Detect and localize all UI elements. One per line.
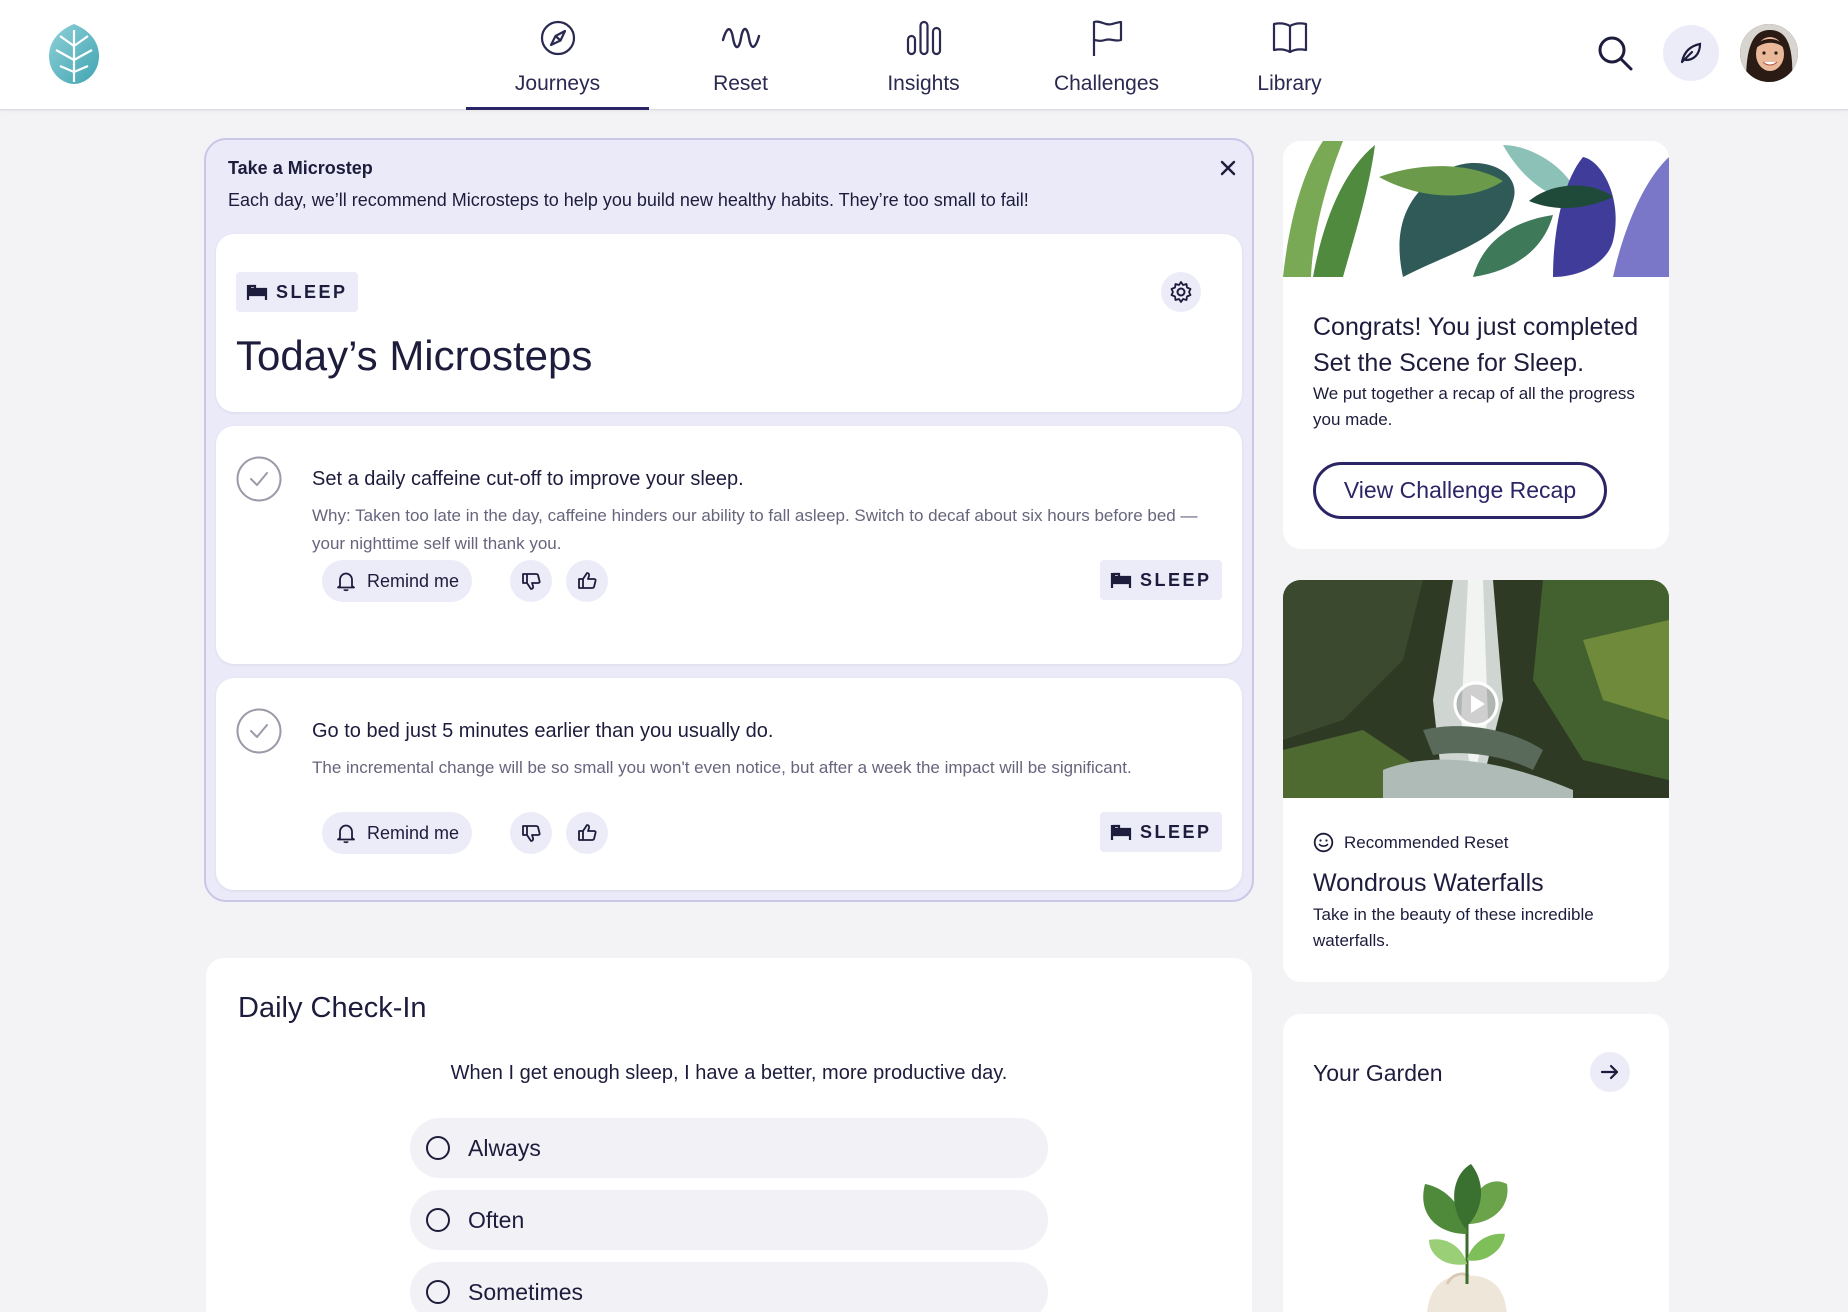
- nav-tab-library[interactable]: Library: [1198, 0, 1381, 110]
- bell-icon: [337, 824, 355, 844]
- arrow-right-icon: [1600, 1064, 1619, 1080]
- reset-subtitle: Take in the beauty of these incredible w…: [1313, 905, 1594, 950]
- avatar-photo: [1740, 24, 1798, 82]
- nav-label: Reset: [713, 72, 768, 95]
- remind-me-button[interactable]: Remind me: [322, 560, 472, 602]
- microstep-description: The incremental change will be so small …: [312, 758, 1132, 777]
- nav-label: Insights: [887, 72, 960, 95]
- plant-illustration: [1423, 1164, 1508, 1312]
- leaf-logo-icon[interactable]: [46, 22, 102, 86]
- checkin-option-often[interactable]: Often: [410, 1190, 1048, 1250]
- leaf-icon: [1680, 42, 1702, 64]
- wave-icon: [721, 27, 760, 49]
- thumbs-up-icon: [578, 824, 597, 841]
- leaves-illustration: [1283, 141, 1669, 277]
- radio-button[interactable]: [426, 1136, 450, 1160]
- check-circle-icon[interactable]: [236, 708, 282, 754]
- category-tag-label: SLEEP: [1140, 569, 1212, 590]
- garden-title: Your Garden: [1313, 1060, 1443, 1086]
- microstep-card: Go to bed just 5 minutes earlier than yo…: [216, 678, 1242, 890]
- view-challenge-recap-button[interactable]: View Challenge Recap: [1313, 462, 1607, 519]
- option-label: Always: [468, 1134, 541, 1161]
- garden-button[interactable]: [1663, 25, 1719, 81]
- user-avatar[interactable]: [1740, 24, 1798, 82]
- nav-tab-journeys[interactable]: Journeys: [466, 0, 649, 110]
- thumbs-up-button[interactable]: [566, 812, 608, 854]
- thumbs-up-button[interactable]: [566, 560, 608, 602]
- checkin-option-always[interactable]: Always: [410, 1118, 1048, 1178]
- nav-label: Challenges: [1053, 72, 1160, 95]
- bed-icon: [1110, 824, 1132, 840]
- category-tag-label: SLEEP: [276, 281, 348, 302]
- remind-me-label: Remind me: [366, 822, 460, 843]
- daily-checkin-card: Daily Check-In When I get enough sleep, …: [206, 958, 1252, 1312]
- flag-icon: [1092, 20, 1122, 56]
- bed-icon: [246, 284, 268, 300]
- banner-title: Take a Microstep: [228, 158, 373, 178]
- microstep-title: Go to bed just 5 minutes earlier than yo…: [312, 720, 774, 742]
- radio-button[interactable]: [426, 1208, 450, 1232]
- microstep-panel: Take a Microstep Each day, we’ll recomme…: [204, 138, 1254, 902]
- microstep-description: Why: Taken too late in the day, caffeine…: [312, 506, 1198, 553]
- thumbs-down-button[interactable]: [510, 812, 552, 854]
- close-icon[interactable]: [1214, 154, 1242, 182]
- microstep-title: Set a daily caffeine cut-off to improve …: [312, 468, 744, 490]
- microstep-card: Set a daily caffeine cut-off to improve …: [216, 426, 1242, 664]
- challenge-complete-card: Congrats! You just completed Set the Sce…: [1283, 141, 1669, 549]
- page-title: Today’s Microsteps: [236, 332, 593, 379]
- bar-chart-icon: [906, 20, 941, 56]
- congrats-title: Congrats! You just completed Set the Sce…: [1313, 313, 1639, 377]
- option-label: Sometimes: [468, 1278, 584, 1305]
- nav-tab-challenges[interactable]: Challenges: [1015, 0, 1198, 110]
- remind-me-button[interactable]: Remind me: [322, 812, 472, 854]
- banner-subtitle: Each day, we’ll recommend Microsteps to …: [228, 190, 1029, 210]
- thumbs-down-icon: [522, 825, 541, 842]
- category-tag[interactable]: SLEEP: [236, 272, 358, 312]
- bell-icon: [337, 572, 355, 592]
- nav-tab-insights[interactable]: Insights: [832, 0, 1015, 110]
- smiley-icon: [1313, 832, 1334, 853]
- category-tag[interactable]: SLEEP: [1100, 560, 1222, 600]
- main-nav: Journeys Reset Insights Challenges Libra…: [466, 0, 1381, 110]
- garden-open-button[interactable]: [1590, 1052, 1630, 1092]
- reset-kicker: Recommended Reset: [1313, 832, 1508, 853]
- gear-icon: [1170, 281, 1192, 303]
- checkin-question: When I get enough sleep, I have a better…: [450, 1062, 1008, 1084]
- recommended-reset-card[interactable]: Recommended Reset Wondrous Waterfalls Ta…: [1283, 580, 1669, 982]
- congrats-subtitle: We put together a recap of all the progr…: [1313, 384, 1635, 429]
- bed-icon: [1110, 572, 1132, 588]
- checkin-title: Daily Check-In: [238, 992, 427, 1024]
- thumbs-down-button[interactable]: [510, 560, 552, 602]
- top-navigation-bar: Journeys Reset Insights Challenges Libra…: [0, 0, 1848, 110]
- category-tag[interactable]: SLEEP: [1100, 812, 1222, 852]
- nav-tab-reset[interactable]: Reset: [649, 0, 832, 110]
- check-circle-icon[interactable]: [236, 456, 282, 502]
- thumbs-up-icon: [578, 572, 597, 589]
- remind-me-label: Remind me: [366, 570, 460, 591]
- thumbs-down-icon: [522, 573, 541, 590]
- compass-icon: [540, 20, 575, 56]
- reset-kicker-label: Recommended Reset: [1344, 832, 1509, 852]
- radio-button[interactable]: [426, 1280, 450, 1304]
- search-icon[interactable]: [1595, 33, 1635, 73]
- category-tag-label: SLEEP: [1140, 821, 1212, 842]
- nav-label: Journeys: [514, 72, 601, 95]
- play-icon[interactable]: [1452, 680, 1500, 728]
- checkin-option-sometimes[interactable]: Sometimes: [410, 1262, 1048, 1312]
- book-icon: [1272, 22, 1307, 54]
- reset-title: Wondrous Waterfalls: [1313, 869, 1544, 897]
- nav-label: Library: [1257, 72, 1322, 95]
- settings-button[interactable]: [1161, 272, 1201, 312]
- option-label: Often: [468, 1206, 525, 1233]
- microsteps-header-card: SLEEP Today’s Microsteps: [216, 234, 1242, 412]
- your-garden-card: Your Garden: [1283, 1014, 1669, 1312]
